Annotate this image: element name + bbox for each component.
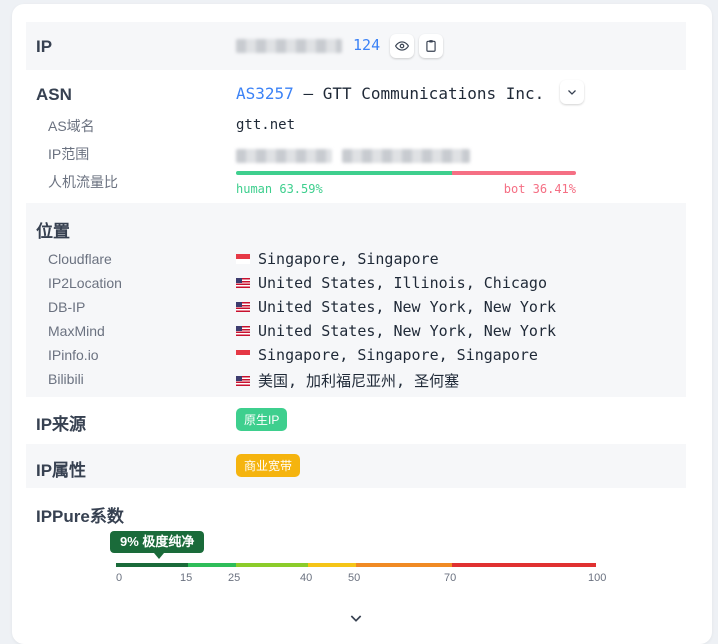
asn-separator: —	[303, 84, 314, 103]
location-section: 位置 Cloudflare Singapore, Singapore IP2Loca…	[26, 203, 686, 397]
asn-org: GTT Communications Inc.	[322, 84, 545, 103]
scale-segment	[452, 563, 596, 567]
location-value: United States, New York, New York	[236, 298, 556, 316]
location-value: Singapore, Singapore	[236, 250, 439, 268]
scale-tick-label: 0	[116, 572, 123, 584]
copy-ip-button[interactable]	[419, 34, 443, 58]
as-domain-value: gtt.net	[236, 117, 296, 133]
asn-section: ASN AS3257 — GTT Communications Inc. AS域…	[26, 72, 686, 200]
scale-segment	[116, 563, 188, 567]
traffic-ratio-bar	[236, 171, 576, 175]
clipboard-icon	[426, 40, 436, 52]
scale-tick-label: 70	[444, 572, 457, 584]
scale-segment	[188, 563, 236, 567]
asn-label: ASN	[36, 85, 72, 104]
location-value: United States, New York, New York	[236, 322, 556, 340]
traffic-ratio-label: 人机流量比	[48, 174, 118, 190]
human-ratio-text: human 63.59%	[236, 182, 323, 196]
location-value: Singapore, Singapore, Singapore	[236, 346, 538, 364]
scale-tick-label: 15	[180, 572, 193, 584]
eye-icon	[395, 41, 409, 51]
scale-tick-label: 40	[300, 572, 313, 584]
location-label: 位置	[36, 222, 70, 241]
scale-segment	[308, 563, 356, 567]
location-source-label: DB-IP	[48, 299, 86, 315]
location-source-label: MaxMind	[48, 323, 105, 339]
human-fill	[236, 171, 453, 175]
ip-source-badge: 原生IP	[236, 408, 288, 431]
united-states-flag-icon	[236, 375, 250, 386]
ip-range-label: IP范围	[48, 146, 90, 162]
ip-source-row: IP来源 原生IP	[26, 400, 686, 442]
ippure-score-text: 9% 极度纯净	[120, 534, 195, 549]
location-text: United States, New York, New York	[258, 322, 557, 340]
scale-tick-label: 50	[348, 572, 361, 584]
bot-fill	[452, 171, 576, 175]
ip-attribute-row: IP属性 商业宽带	[26, 444, 686, 488]
ip-attribute-badge: 商业宽带	[236, 454, 301, 477]
ip-suffix: 124	[353, 36, 381, 54]
location-source-label: IPinfo.io	[48, 347, 99, 363]
location-value: 美国, 加利福尼亚州, 圣何塞	[236, 370, 459, 391]
location-text: United States, Illinois, Chicago	[258, 274, 547, 292]
ippure-score-badge: 9% 极度纯净	[110, 531, 205, 559]
ip-masked	[236, 38, 342, 53]
scale-segment	[236, 563, 308, 567]
location-source-label: IP2Location	[48, 275, 122, 291]
location-text: 美国, 加利福尼亚州, 圣何塞	[258, 372, 460, 390]
united-states-flag-icon	[236, 301, 250, 312]
location-value: United States, Illinois, Chicago	[236, 274, 547, 292]
united-states-flag-icon	[236, 277, 250, 288]
united-states-flag-icon	[236, 325, 250, 336]
toggle-visibility-button[interactable]	[390, 34, 414, 58]
ip-source-label: IP来源	[36, 415, 87, 434]
ip-row: IP 124	[26, 22, 686, 70]
location-text: United States, New York, New York	[258, 298, 557, 316]
expand-more-button[interactable]	[346, 608, 366, 628]
score-pointer	[154, 553, 165, 559]
location-source-label: Cloudflare	[48, 251, 112, 267]
chevron-down-icon	[568, 90, 576, 95]
asn-value: AS3257 — GTT Communications Inc.	[236, 84, 544, 103]
location-text: Singapore, Singapore, Singapore	[258, 346, 538, 364]
scale-segment	[356, 563, 452, 567]
ip-label: IP	[36, 37, 53, 56]
bot-ratio-text: bot 36.41%	[503, 182, 576, 196]
asn-number-link[interactable]: AS3257	[236, 84, 294, 103]
as-domain-label: AS域名	[48, 118, 95, 134]
ip-value[interactable]: 124	[236, 36, 380, 54]
chevron-down-icon	[350, 615, 362, 622]
scale-tick-label: 100	[588, 572, 607, 584]
ip-range-value	[236, 147, 471, 164]
location-text: Singapore, Singapore	[258, 250, 439, 268]
ip-info-card: IP 124 ASN AS3257 — GTT Communications I…	[12, 4, 712, 644]
scale-tick-label: 25	[228, 572, 241, 584]
asn-expand-button[interactable]	[560, 80, 584, 104]
ip-attribute-label: IP属性	[36, 461, 87, 480]
singapore-flag-icon	[236, 349, 250, 360]
ippure-label: IPPure系数	[36, 507, 124, 526]
singapore-flag-icon	[236, 253, 250, 264]
location-source-label: Bilibili	[48, 371, 84, 387]
